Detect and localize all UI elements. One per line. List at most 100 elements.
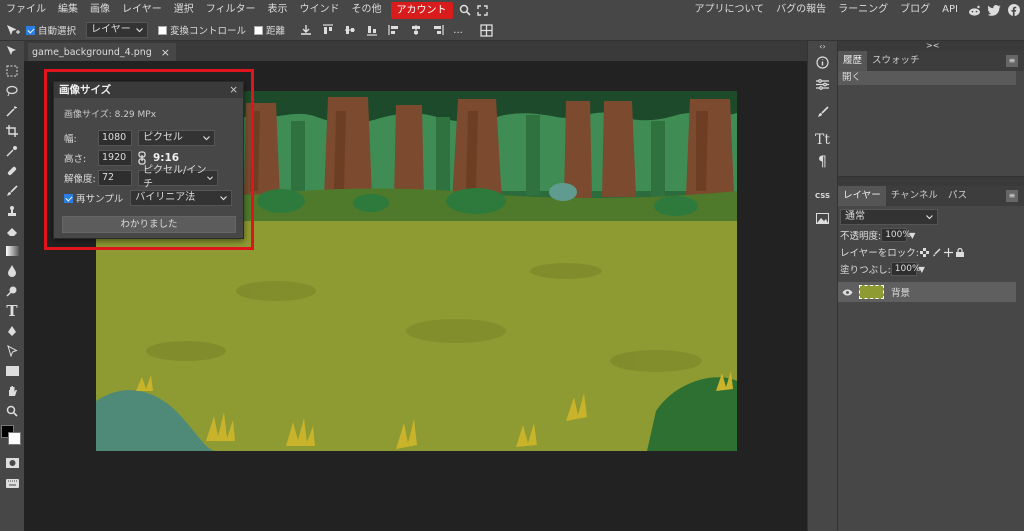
document-tab[interactable]: game_background_4.png × [28,43,176,61]
shape-tool-icon[interactable] [0,361,24,381]
character-icon[interactable]: Tt [808,129,837,151]
account-button[interactable]: アカウント [390,1,453,19]
search-icon[interactable] [456,4,474,16]
menu-filter[interactable]: フィルター [200,0,262,20]
color-swatches[interactable] [0,423,24,447]
collapse-panels-icon[interactable]: >< [838,41,1024,51]
lock-label: レイヤーをロック: [840,248,919,259]
pen-tool-icon[interactable] [0,321,24,341]
panel-menu-icon[interactable]: ≡ [1006,55,1018,67]
hand-tool-icon[interactable] [0,381,24,401]
keyboard-icon[interactable] [0,473,24,493]
menu-more[interactable]: その他 [346,0,388,20]
reddit-icon[interactable] [964,5,984,16]
layer-select-dropdown[interactable]: レイヤー [86,22,149,38]
tab-channels[interactable]: チャンネル [886,186,943,206]
paragraph-icon[interactable]: ¶ [808,151,837,173]
layers-panel-tabs: レイヤー チャンネル パス ≡ [838,186,1024,206]
opacity-input[interactable]: 100% [881,228,911,242]
lock-all-icon[interactable] [955,247,964,257]
fullscreen-icon[interactable] [474,4,492,16]
grid-icon[interactable] [475,23,497,37]
info-icon[interactable] [808,51,837,73]
move-tool-icon[interactable] [0,24,26,37]
options-more[interactable]: ... [449,25,467,36]
menu-right-links: アプリについて バグの報告 ラーニング ブログ API [688,0,1024,20]
distance-label: 距離 [266,26,286,37]
link-bug-report[interactable]: バグの報告 [770,0,832,20]
lock-move-icon[interactable] [943,247,953,257]
blend-mode-dropdown[interactable]: 通常 [840,209,938,225]
tab-history[interactable]: 履歴 [838,51,868,71]
twitter-icon[interactable] [984,4,1004,16]
panel-menu-icon[interactable]: ≡ [1006,190,1018,202]
brush-settings-icon[interactable] [808,101,837,123]
tab-paths[interactable]: パス [943,186,972,206]
chevron-down-icon [926,214,933,219]
distance-checkbox[interactable]: 距離 [254,23,285,37]
eraser-icon[interactable] [0,221,24,241]
quick-mask-icon[interactable] [0,453,24,473]
zoom-tool-icon[interactable] [0,401,24,421]
marquee-tool-icon[interactable] [0,61,24,81]
healing-brush-icon[interactable] [0,161,24,181]
align-right-icon[interactable] [427,24,449,36]
link-blog[interactable]: ブログ [894,0,936,20]
dodge-tool-icon[interactable] [0,281,24,301]
tab-swatches[interactable]: スウォッチ [867,51,925,71]
layer-thumbnail [859,285,884,299]
brush-tool-icon[interactable] [0,181,24,201]
clone-stamp-icon[interactable] [0,201,24,221]
crop-tool-icon[interactable] [0,121,24,141]
close-icon[interactable]: × [161,46,170,59]
highlight-annotation-box [44,69,254,250]
eye-icon[interactable] [838,289,856,296]
link-about[interactable]: アプリについて [688,0,770,20]
menu-file[interactable]: ファイル [0,0,52,20]
adjustments-icon[interactable] [808,73,837,95]
menu-select[interactable]: 選択 [168,0,200,20]
fill-input[interactable]: 100% [890,262,921,276]
link-learning[interactable]: ラーニング [832,0,894,20]
layer-row[interactable]: 背景 [838,282,1016,302]
menu-edit[interactable]: 編集 [52,0,84,20]
image-icon[interactable] [808,207,837,229]
layer-name: 背景 [891,288,911,299]
gradient-tool-icon[interactable] [0,241,24,261]
menu-layer[interactable]: レイヤー [116,0,168,20]
facebook-icon[interactable] [1004,4,1024,16]
download-icon[interactable] [295,24,317,36]
lock-transparency-icon[interactable] [919,247,929,257]
background-color[interactable] [8,432,21,445]
path-select-icon[interactable] [0,341,24,361]
eyedropper-icon[interactable] [0,141,24,161]
layers-controls: 通常 不透明度: 100% ▼ レイヤーをロック: 塗りつぶし: 100% ▼ [838,206,1024,279]
align-middle-icon[interactable] [339,24,361,36]
menu-view[interactable]: 表示 [262,0,294,20]
opacity-row: 不透明度: 100% ▼ [840,228,1022,242]
css-icon[interactable]: CSS [808,185,837,207]
align-bottom-icon[interactable] [361,24,383,36]
transform-controls-checkbox[interactable]: 変換コントロール [158,23,246,37]
lock-paint-icon[interactable] [932,248,941,257]
align-center-icon[interactable] [405,24,427,36]
panel-icon-strip: ‹› Tt ¶ CSS [807,41,838,531]
history-item[interactable]: 開く [838,71,1016,85]
link-api[interactable]: API [936,0,964,20]
menu-image[interactable]: 画像 [84,0,116,20]
menu-bar: ファイル 編集 画像 レイヤー 選択 フィルター 表示 ウインド その他 アカウ… [0,0,1024,20]
menu-window[interactable]: ウインド [294,0,346,20]
tab-layers[interactable]: レイヤー [838,186,886,206]
align-left-icon[interactable] [383,24,405,36]
lasso-tool-icon[interactable] [0,81,24,101]
type-tool-icon[interactable]: T [0,301,24,321]
opacity-arrow-icon[interactable]: ▼ [909,231,915,240]
blur-tool-icon[interactable] [0,261,24,281]
collapse-icon[interactable]: ‹› [808,41,837,51]
magic-wand-icon[interactable] [0,101,24,121]
document-tabs: game_background_4.png × [24,41,807,61]
auto-select-checkbox[interactable]: 自動選択 [26,23,76,37]
fill-arrow-icon[interactable]: ▼ [919,265,925,274]
move-tool-icon[interactable] [0,41,24,61]
align-top-icon[interactable] [317,24,339,36]
